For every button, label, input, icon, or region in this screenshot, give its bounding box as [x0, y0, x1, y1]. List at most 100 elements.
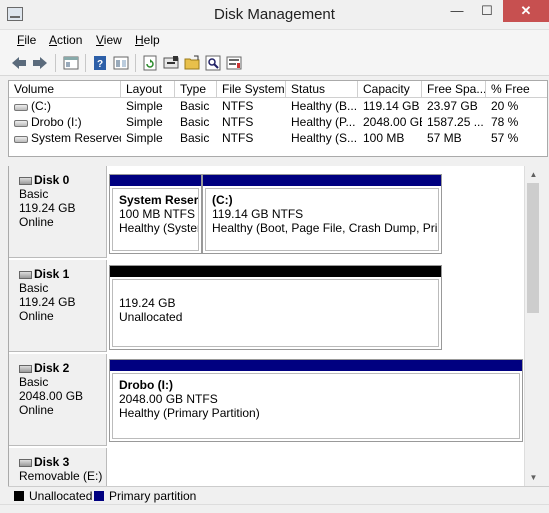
- export-icon[interactable]: [225, 54, 243, 72]
- legend: Unallocated Primary partition: [8, 486, 549, 504]
- disk-type: Basic: [19, 281, 49, 295]
- disk-type: Removable (E:): [19, 469, 103, 483]
- vertical-scrollbar[interactable]: ▲ ▼: [524, 166, 541, 486]
- column-header-layout[interactable]: Layout: [121, 81, 175, 98]
- partition-drobo[interactable]: Drobo (I:) 2048.00 GB NTFS Healthy (Prim…: [109, 359, 523, 442]
- column-header-volume[interactable]: Volume: [9, 81, 121, 98]
- disk-name: Disk 1: [34, 267, 70, 281]
- disk-icon: [19, 271, 32, 279]
- scroll-up-arrow-icon[interactable]: ▲: [525, 166, 542, 183]
- partition-details: System Reserv 100 MB NTFS Healthy (Syste…: [112, 188, 199, 251]
- disk-type: Basic: [19, 187, 49, 201]
- title-bar: Disk Management — ☐ ✕: [0, 0, 549, 30]
- properties-icon[interactable]: [62, 54, 80, 72]
- unallocated-swatch: [14, 491, 24, 501]
- column-header-percent-free[interactable]: % Free: [486, 81, 547, 98]
- back-icon[interactable]: [10, 54, 28, 72]
- partition-unallocated[interactable]: 119.24 GB Unallocated: [109, 265, 442, 350]
- drive-icon: [14, 104, 28, 111]
- capacity-cell: 2048.00 GB: [363, 115, 422, 129]
- menu-view[interactable]: View: [96, 33, 122, 47]
- disk-row: Disk 3 Removable (E:): [9, 448, 524, 486]
- disk-icon: [19, 365, 32, 373]
- disk-name-line: Disk 3: [19, 455, 106, 469]
- percent-free-cell: 57 %: [491, 131, 519, 145]
- disk-name: Disk 3: [34, 455, 70, 469]
- partition-c-drive[interactable]: (C:) 119.14 GB NTFS Healthy (Boot, Page …: [202, 174, 442, 254]
- forward-icon[interactable]: [31, 54, 49, 72]
- primary-partition-bar: [203, 175, 441, 186]
- toolbar-separator: [135, 54, 136, 72]
- view-icon[interactable]: [112, 54, 130, 72]
- scroll-down-arrow-icon[interactable]: ▼: [525, 469, 542, 486]
- help-icon[interactable]: ?: [91, 54, 109, 72]
- primary-partition-bar: [110, 360, 522, 371]
- partition-details: Drobo (I:) 2048.00 GB NTFS Healthy (Prim…: [112, 373, 520, 439]
- volume-row[interactable]: (C:) Simple Basic NTFS Healthy (B... 119…: [9, 98, 547, 114]
- disk-name: Disk 2: [34, 361, 70, 375]
- toolbar-separator: [85, 54, 86, 72]
- menu-bar: File Action View Help: [0, 30, 549, 50]
- search-icon[interactable]: [204, 54, 222, 72]
- toolbar: ?: [0, 50, 549, 76]
- column-header-free-space[interactable]: Free Spa...: [422, 81, 486, 98]
- file-system-cell: NTFS: [222, 131, 254, 145]
- unallocated-bar: [110, 266, 441, 277]
- maximize-button[interactable]: ☐: [472, 0, 502, 22]
- partition-size: 119.14 GB NTFS: [212, 207, 304, 221]
- partition-details: (C:) 119.14 GB NTFS Healthy (Boot, Page …: [205, 188, 439, 251]
- removable-disk-icon: [19, 459, 32, 467]
- volume-list: Volume Layout Type File System Status Ca…: [8, 80, 548, 157]
- partition-size: 100 MB NTFS: [119, 207, 196, 221]
- layout-cell: Simple: [126, 131, 163, 145]
- open-icon[interactable]: [183, 54, 201, 72]
- menu-file[interactable]: File: [17, 33, 36, 47]
- disk-label[interactable]: Disk 0 Basic 119.24 GB Online: [9, 166, 107, 258]
- volume-cell: Drobo (I:): [9, 114, 121, 130]
- column-header-file-system[interactable]: File System: [217, 81, 286, 98]
- type-cell: Basic: [180, 115, 210, 129]
- partition-system-reserved[interactable]: System Reserv 100 MB NTFS Healthy (Syste…: [109, 174, 202, 254]
- partition-title: System Reserv: [119, 193, 199, 207]
- svg-text:?: ?: [97, 59, 103, 70]
- disk-graphical-view: Disk 0 Basic 119.24 GB Online System Res…: [8, 166, 524, 486]
- menu-action[interactable]: Action: [49, 33, 82, 47]
- disk-name: Disk 0: [34, 173, 70, 187]
- volume-cell: System Reserved: [9, 130, 121, 146]
- type-cell: Basic: [180, 131, 210, 145]
- layout-cell: Simple: [126, 99, 163, 113]
- disk-row: Disk 1 Basic 119.24 GB Online 119.24 GB …: [9, 260, 524, 352]
- volume-row[interactable]: System Reserved Simple Basic NTFS Health…: [9, 130, 547, 146]
- disk-name-line: Disk 1: [19, 267, 106, 281]
- column-header-type[interactable]: Type: [175, 81, 217, 98]
- drive-icon: [14, 136, 28, 143]
- disk-label[interactable]: Disk 3 Removable (E:): [9, 448, 107, 486]
- partition-size: 119.24 GB: [119, 296, 176, 310]
- status-cell: Healthy (B...: [291, 99, 358, 113]
- column-header-capacity[interactable]: Capacity: [358, 81, 422, 98]
- column-header-status[interactable]: Status: [286, 81, 358, 98]
- layout-cell: Simple: [126, 115, 163, 129]
- free-space-cell: 57 MB: [427, 131, 462, 145]
- primary-partition-swatch: [94, 491, 104, 501]
- percent-free-cell: 78 %: [491, 115, 519, 129]
- disk-row: Disk 0 Basic 119.24 GB Online System Res…: [9, 166, 524, 258]
- volume-row[interactable]: Drobo (I:) Simple Basic NTFS Healthy (P.…: [9, 114, 547, 130]
- minimize-button[interactable]: —: [442, 0, 472, 22]
- scroll-thumb[interactable]: [527, 183, 539, 313]
- partition-status: Healthy (Primary Partition): [119, 406, 260, 420]
- disk-size: 2048.00 GB: [19, 389, 84, 403]
- file-system-cell: NTFS: [222, 115, 254, 129]
- disk-label[interactable]: Disk 1 Basic 119.24 GB Online: [9, 260, 107, 352]
- type-cell: Basic: [180, 99, 210, 113]
- disk-label[interactable]: Disk 2 Basic 2048.00 GB Online: [9, 354, 107, 446]
- menu-help[interactable]: Help: [135, 33, 160, 47]
- disk-name-line: Disk 0: [19, 173, 106, 187]
- disk-name-line: Disk 2: [19, 361, 106, 375]
- disk-state: Online: [19, 215, 54, 229]
- disk-settings-icon[interactable]: [162, 54, 180, 72]
- close-button[interactable]: ✕: [503, 0, 549, 22]
- refresh-icon[interactable]: [141, 54, 159, 72]
- partition-title: (C:): [212, 193, 233, 207]
- primary-partition-bar: [110, 175, 201, 186]
